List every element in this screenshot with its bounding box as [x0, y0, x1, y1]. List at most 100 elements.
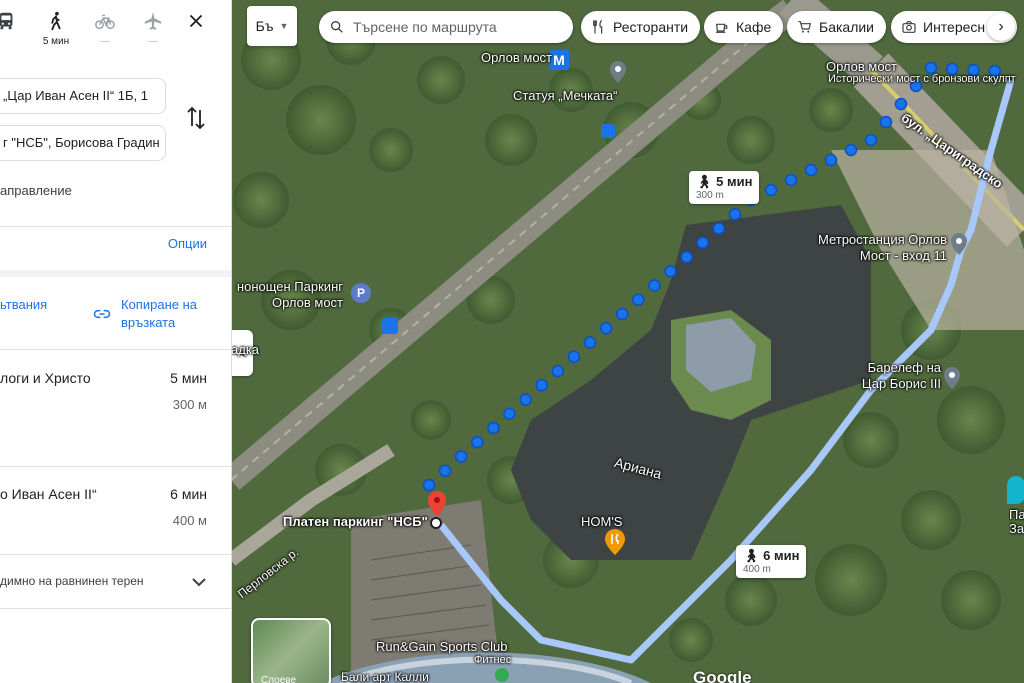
- label-statue: Статуя „Мечката“: [513, 88, 618, 103]
- route-distance: 400 м: [172, 513, 207, 528]
- route-dot: [680, 250, 693, 264]
- chip-groceries[interactable]: Бакалии: [787, 11, 887, 43]
- route-dot: [551, 364, 565, 378]
- route-dot: [583, 336, 597, 349]
- mode-transit[interactable]: [0, 10, 22, 50]
- walk-callout-6min[interactable]: 🚶︎ 6 мин 400 m: [736, 545, 807, 578]
- callout-time: 6 мин: [763, 548, 800, 563]
- route-dot: [615, 307, 629, 321]
- place-pin-icon[interactable]: [1007, 476, 1024, 504]
- divider: [0, 349, 231, 350]
- mode-flight[interactable]: —: [137, 10, 169, 50]
- origin-field[interactable]: „Цар Иван Асен II“ 1Б, 1: [0, 78, 166, 114]
- walk-callout-5min[interactable]: 🚶︎ 5 мин 300 m: [689, 171, 760, 204]
- walk-icon: 🚶︎: [696, 174, 713, 189]
- swap-icon: [187, 106, 205, 130]
- divider: [0, 226, 231, 227]
- destination-pin-icon[interactable]: [427, 490, 447, 518]
- swap-button[interactable]: [184, 104, 208, 132]
- route-dot: [535, 379, 548, 392]
- travel-modes: 5 мин — —: [0, 0, 231, 62]
- route-distance: 300 м: [172, 397, 207, 412]
- route-dot: [894, 97, 908, 111]
- bicycle-time: —: [100, 36, 110, 47]
- route-dot: [519, 393, 532, 406]
- route-dot: [728, 208, 742, 221]
- destination-circle-icon: [430, 517, 442, 529]
- camera-icon: [902, 21, 916, 33]
- metro-entrance-pin-icon[interactable]: [950, 232, 968, 256]
- route-search-box[interactable]: Търсене по маршрута: [319, 11, 573, 43]
- label-bali: Бали арт Калли: [341, 670, 429, 683]
- route-dot: [696, 236, 709, 249]
- mode-bicycle[interactable]: —: [89, 10, 121, 50]
- directions-panel: 5 мин — — „Цар Иван Асен II“ 1Б, 1 г "НС…: [0, 0, 232, 683]
- layers-label: Слоеве: [261, 675, 297, 683]
- language-button[interactable]: Бъ ▼: [247, 6, 297, 46]
- walking-route-dots: [422, 61, 1001, 492]
- parking-icon[interactable]: P: [351, 283, 371, 303]
- label-night-parking: нонощен Паркинг Орлов мост: [236, 279, 343, 310]
- label-rungain: Run&Gain Sports Club: [376, 639, 508, 654]
- label-pa-za: Па За: [1009, 508, 1024, 536]
- destination-field[interactable]: г "НСБ", Борисова Градин: [0, 125, 166, 161]
- flight-time: —: [148, 36, 158, 47]
- google-logo: Google: [693, 668, 752, 683]
- route-dot: [864, 133, 878, 147]
- route-dot: [844, 143, 858, 157]
- metro-icon[interactable]: M: [549, 50, 569, 70]
- airplane-icon: [144, 11, 162, 30]
- label-fitness: Фитнес: [474, 654, 512, 666]
- route-dot: [438, 464, 452, 477]
- options-link[interactable]: Опции: [168, 236, 207, 251]
- label-homs: HOM'S: [581, 514, 623, 529]
- landmark-pin-icon[interactable]: [609, 60, 627, 84]
- route-time: 5 мин: [170, 370, 207, 386]
- gym-pin-icon[interactable]: [495, 668, 509, 682]
- chip-label: Ресторанти: [613, 19, 689, 35]
- chevron-right-button[interactable]: ›: [987, 13, 1015, 41]
- label-barelef: Барелеф на Цар Борис III: [861, 360, 941, 391]
- divider: [0, 270, 231, 277]
- layers-button[interactable]: Слоеве: [251, 618, 331, 683]
- divider: [0, 554, 231, 555]
- mode-walk[interactable]: 5 мин: [40, 10, 72, 50]
- label-orlov-most: Орлов мост: [481, 50, 552, 65]
- route-time: 6 мин: [170, 486, 207, 502]
- bus-stop-icon[interactable]: [601, 124, 615, 138]
- add-destination[interactable]: аправление: [0, 183, 72, 198]
- search-placeholder: Търсене по маршрута: [353, 19, 497, 35]
- coffee-icon: [716, 23, 728, 33]
- bus-stop-icon[interactable]: [382, 318, 398, 334]
- cart-icon: [798, 21, 812, 33]
- walk-icon: [51, 11, 61, 31]
- send-directions-link[interactable]: ьтвания: [0, 296, 47, 314]
- label-orlov-most-2: Орлов мост: [826, 59, 897, 74]
- monument-pin-icon[interactable]: [943, 366, 961, 390]
- divider: [0, 608, 231, 609]
- terrain-note: димно на равнинен терен: [0, 574, 144, 588]
- close-button[interactable]: [180, 10, 212, 50]
- route-dot: [879, 115, 893, 129]
- chip-label: Интересн: [923, 19, 986, 35]
- label-gradka: адка: [231, 342, 260, 357]
- chip-label: Кафе: [736, 19, 772, 35]
- route-dot: [567, 350, 581, 363]
- route-dot: [599, 322, 613, 335]
- route-dot: [471, 436, 484, 449]
- route-dot: [454, 450, 468, 463]
- copy-link-label: Копиране на връзката: [121, 297, 197, 330]
- route-dot: [824, 153, 838, 167]
- chip-restaurants[interactable]: Ресторанти: [581, 11, 701, 43]
- callout-distance: 300 m: [696, 190, 724, 201]
- restaurant-pin-icon[interactable]: [604, 528, 626, 556]
- bus-icon: [0, 12, 13, 30]
- map-canvas[interactable]: Бъ ▼ Търсене по маршрута Ресторанти Кафе …: [231, 0, 1024, 683]
- chip-cafe[interactable]: Кафе: [704, 11, 784, 43]
- walk-icon: 🚶︎: [743, 548, 760, 563]
- label-paid-parking: Платен паркинг "НСБ": [283, 514, 428, 529]
- route-dot: [664, 265, 677, 278]
- chevron-down-icon[interactable]: [190, 574, 208, 590]
- fork-knife-icon: [593, 19, 603, 34]
- callout-time: 5 мин: [716, 174, 753, 189]
